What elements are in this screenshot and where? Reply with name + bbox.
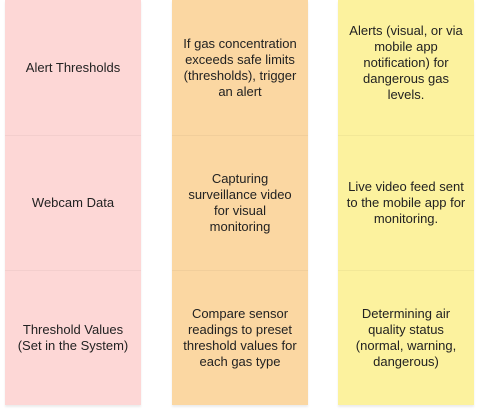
- note-text: Determining air quality status (normal, …: [355, 306, 457, 369]
- process-column: If gas concentration exceeds safe limits…: [172, 0, 308, 405]
- note-text: Threshold Values (Set in the System): [17, 322, 129, 353]
- note-text: Capturing surveillance video for visual …: [188, 171, 292, 234]
- note-text: Alert Thresholds: [25, 59, 121, 75]
- sticky-note[interactable]: Compare sensor readings to preset thresh…: [172, 270, 308, 405]
- sticky-note[interactable]: Webcam Data: [5, 135, 141, 270]
- note-text: If gas concentration exceeds safe limits…: [183, 35, 297, 99]
- note-text: Alerts (visual, or via mobile app notifi…: [349, 22, 463, 102]
- input-column: Alert Thresholds Webcam Data Threshold V…: [5, 0, 141, 405]
- note-text: Compare sensor readings to preset thresh…: [183, 306, 297, 369]
- sticky-note[interactable]: Alerts (visual, or via mobile app notifi…: [338, 0, 474, 135]
- output-column: Alerts (visual, or via mobile app notifi…: [338, 0, 474, 405]
- sticky-note[interactable]: Live video feed sent to the mobile app f…: [338, 135, 474, 270]
- note-text: Live video feed sent to the mobile app f…: [346, 179, 466, 226]
- sticky-note[interactable]: If gas concentration exceeds safe limits…: [172, 0, 308, 135]
- sticky-note[interactable]: Alert Thresholds: [5, 0, 141, 135]
- sticky-note[interactable]: Capturing surveillance video for visual …: [172, 135, 308, 270]
- note-text: Webcam Data: [31, 195, 115, 210]
- sticky-note[interactable]: Determining air quality status (normal, …: [338, 270, 474, 405]
- sticky-note[interactable]: Threshold Values (Set in the System): [5, 270, 141, 405]
